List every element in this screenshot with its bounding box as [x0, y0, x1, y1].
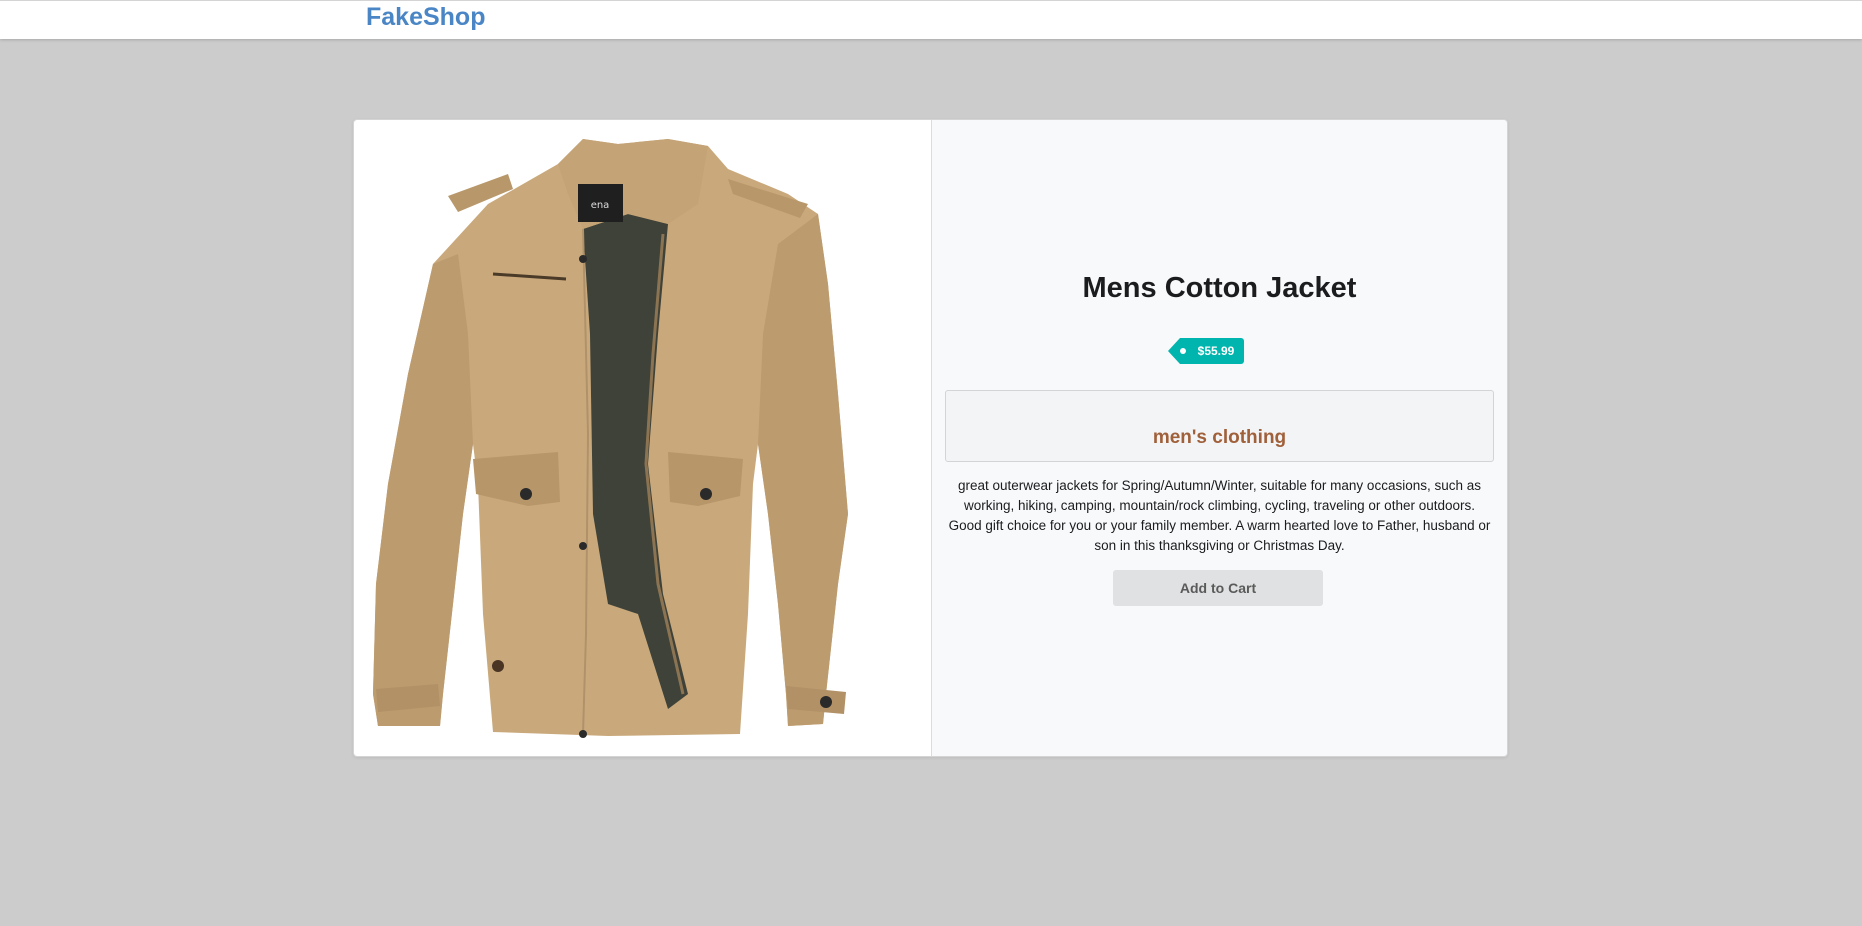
add-to-cart-button[interactable]: Add to Cart	[1113, 570, 1323, 606]
category-box: men's clothing	[945, 390, 1494, 462]
product-title: Mens Cotton Jacket	[1082, 272, 1357, 304]
brand-logo-link[interactable]: FakeShop	[366, 3, 485, 32]
tag-hole-icon	[1180, 348, 1186, 354]
product-card: ena Mens Cotton Jacket $55.99 men's clot…	[353, 119, 1508, 757]
jacket-image: ena	[373, 139, 848, 738]
price-tag: $55.99	[1168, 338, 1244, 364]
price-label: $55.99	[1197, 344, 1235, 358]
top-navbar: FakeShop	[0, 0, 1862, 39]
product-image-column: ena	[354, 120, 931, 756]
svg-text:ena: ena	[591, 200, 610, 211]
product-details-column: Mens Cotton Jacket $55.99 men's clothing…	[932, 120, 1507, 756]
product-description: great outerwear jackets for Spring/Autum…	[948, 478, 1491, 553]
product-category: men's clothing	[1152, 427, 1287, 448]
product-image: ena	[368, 134, 916, 742]
